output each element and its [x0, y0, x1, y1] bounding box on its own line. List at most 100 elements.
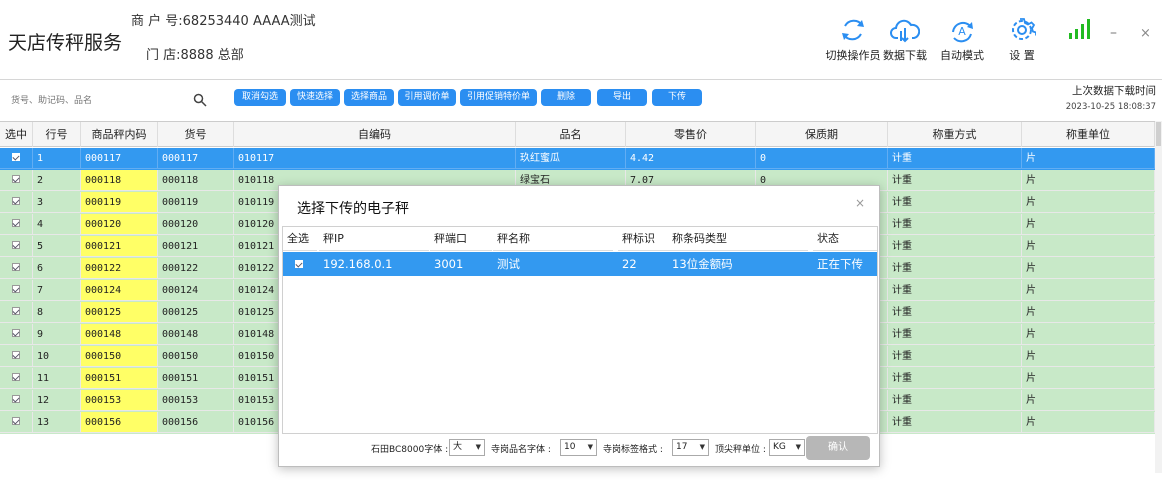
cell-sku: 000119: [158, 192, 234, 213]
header-method[interactable]: 称重方式: [888, 122, 1022, 147]
row-checkbox-cell[interactable]: [0, 170, 33, 191]
cell-code: 000150: [81, 346, 158, 367]
app-header: 天店传秤服务 商 户 号:68253440 AAAA测试 门 店:8888 总部…: [0, 0, 1162, 80]
header-selfcode[interactable]: 自编码: [234, 122, 516, 147]
dingjian-unit-select[interactable]: KG ▼: [769, 439, 805, 456]
cell-method: 计重: [888, 192, 1022, 213]
row-checkbox-cell[interactable]: [0, 302, 33, 323]
promotion-button[interactable]: 引用促销特价单: [460, 89, 537, 106]
row-checkbox-cell[interactable]: [0, 412, 33, 433]
header-shelf[interactable]: 保质期: [756, 122, 888, 147]
scale-row-checkbox[interactable]: [291, 252, 317, 276]
checkbox-checked-icon[interactable]: [12, 241, 20, 249]
checkbox-checked-icon[interactable]: [12, 307, 20, 315]
select-goods-button[interactable]: 选择商品: [344, 89, 394, 106]
cell-line: 7: [33, 280, 81, 301]
header-select[interactable]: 选中: [0, 122, 33, 147]
checkbox-checked-icon[interactable]: [12, 175, 20, 183]
teraoka-label-format-select[interactable]: 17 ▼: [672, 439, 709, 456]
table-scrollbar[interactable]: [1155, 121, 1162, 473]
store-label: 门 店:: [146, 48, 181, 63]
upload-button[interactable]: 下传: [652, 89, 702, 106]
window-close-button[interactable]: ×: [1140, 26, 1151, 41]
checkbox-checked-icon[interactable]: [12, 329, 20, 337]
header-code[interactable]: 商品秤内码: [81, 122, 158, 147]
row-checkbox-cell[interactable]: [0, 192, 33, 213]
cell-sku: 000151: [158, 368, 234, 389]
header-price[interactable]: 零售价: [626, 122, 756, 147]
dialog-close-button[interactable]: ×: [855, 196, 865, 210]
ishida-font-label: 石田BC8000字体 :: [371, 445, 449, 455]
cell-code: 000117: [81, 148, 158, 169]
teraoka-font-value: 10: [564, 442, 576, 452]
cell-sku: 000125: [158, 302, 234, 323]
header-unit[interactable]: 称重单位: [1022, 122, 1155, 147]
cell-line: 4: [33, 214, 81, 235]
quick-select-button[interactable]: 快速选择: [290, 89, 340, 106]
header-sku[interactable]: 货号: [158, 122, 234, 147]
row-checkbox-cell[interactable]: [0, 324, 33, 345]
header-line[interactable]: 行号: [33, 122, 81, 147]
checkbox-checked-icon[interactable]: [12, 395, 20, 403]
scale-ip: 192.168.0.1: [323, 257, 393, 271]
row-checkbox-cell[interactable]: [0, 390, 33, 411]
cell-method: 计重: [888, 214, 1022, 235]
checkbox-checked-icon[interactable]: [12, 263, 20, 271]
teraoka-label-format-value: 17: [676, 442, 688, 452]
scale-header-selectall[interactable]: 全选: [283, 227, 317, 251]
cell-method: 计重: [888, 148, 1022, 169]
checkbox-checked-icon[interactable]: [12, 197, 20, 205]
checkbox-checked-icon[interactable]: [12, 417, 20, 425]
row-checkbox-cell[interactable]: [0, 368, 33, 389]
ishida-font-select[interactable]: 大 ▼: [449, 439, 485, 456]
confirm-button[interactable]: 确认: [806, 436, 870, 460]
checkbox-checked-icon[interactable]: [295, 259, 303, 268]
checkbox-checked-icon[interactable]: [12, 153, 20, 161]
scale-row[interactable]: 192.168.0.1 3001 测试 22 13位金额码 正在下传: [283, 252, 877, 276]
minimize-button[interactable]: –: [1110, 25, 1117, 41]
store-value: 8888 总部: [180, 48, 244, 63]
checkbox-checked-icon[interactable]: [12, 351, 20, 359]
price-adjust-button[interactable]: 引用调价单: [398, 89, 456, 106]
export-button[interactable]: 导出: [597, 89, 647, 106]
chevron-down-icon: ▼: [587, 443, 593, 451]
scrollbar-thumb[interactable]: [1156, 122, 1161, 146]
cell-line: 9: [33, 324, 81, 345]
cell-line: 5: [33, 236, 81, 257]
row-checkbox-cell[interactable]: [0, 236, 33, 257]
cell-unit: 片: [1022, 258, 1155, 279]
cell-method: 计重: [888, 412, 1022, 433]
cell-unit: 片: [1022, 280, 1155, 301]
uncheck-button[interactable]: 取消勾选: [234, 89, 286, 106]
row-checkbox-cell[interactable]: [0, 280, 33, 301]
cell-sku: 000153: [158, 390, 234, 411]
row-checkbox-cell[interactable]: [0, 214, 33, 235]
row-checkbox-cell[interactable]: [0, 346, 33, 367]
dialog-title: 选择下传的电子秤: [297, 201, 409, 217]
settings-button[interactable]: 设 置: [987, 16, 1057, 63]
cell-unit: 片: [1022, 236, 1155, 257]
gear-icon: [1012, 18, 1036, 40]
cell-unit: 片: [1022, 368, 1155, 389]
table-row[interactable]: 1 000117 000117 010117 玖红蜜瓜 4.42 0 计重片: [0, 148, 1155, 170]
checkbox-checked-icon[interactable]: [12, 373, 20, 381]
cell-line: 13: [33, 412, 81, 433]
checkbox-checked-icon[interactable]: [12, 285, 20, 293]
delete-button[interactable]: 删除: [541, 89, 591, 106]
merchant-info: 商 户 号:68253440 AAAA测试: [131, 10, 316, 29]
cell-line: 6: [33, 258, 81, 279]
teraoka-font-select[interactable]: 10 ▼: [560, 439, 597, 456]
search-icon[interactable]: [193, 93, 207, 107]
search-input[interactable]: [11, 92, 181, 110]
cell-unit: 片: [1022, 412, 1155, 433]
cell-line: 1: [33, 148, 81, 169]
row-checkbox-cell[interactable]: [0, 148, 33, 169]
header-name[interactable]: 品名: [516, 122, 626, 147]
cell-method: 计重: [888, 170, 1022, 191]
cell-code: 000118: [81, 170, 158, 191]
cell-shelf: 0: [756, 148, 888, 169]
checkbox-checked-icon[interactable]: [12, 219, 20, 227]
cell-unit: 片: [1022, 148, 1155, 169]
cell-sku: 000118: [158, 170, 234, 191]
row-checkbox-cell[interactable]: [0, 258, 33, 279]
